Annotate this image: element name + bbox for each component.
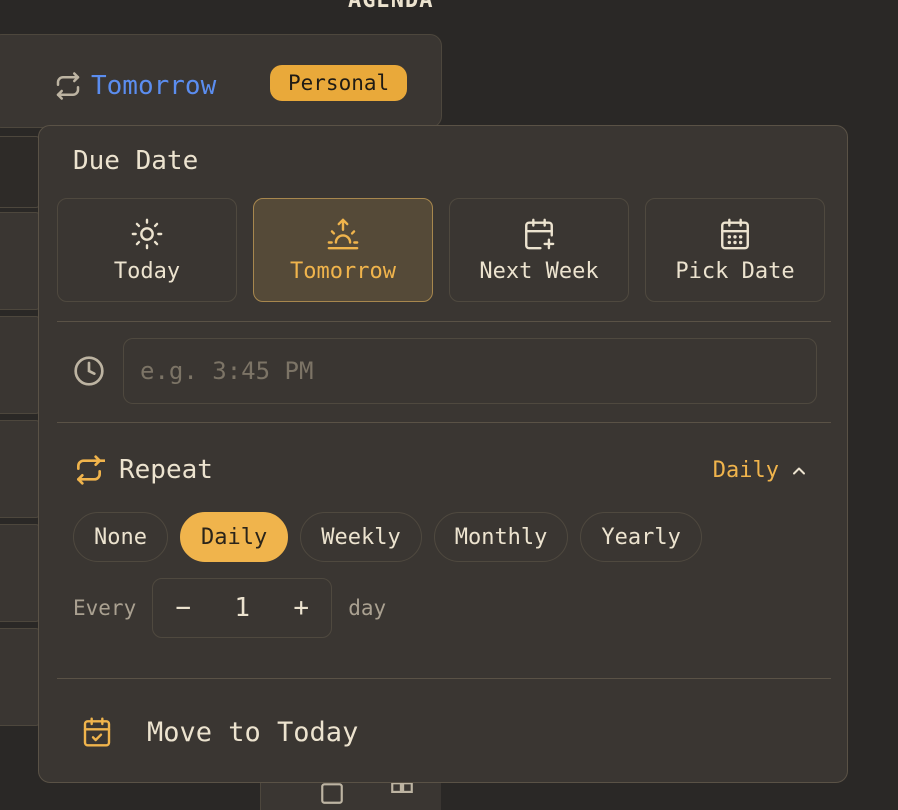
- date-option-next-week[interactable]: Next Week: [449, 198, 629, 302]
- date-option-label: Today: [113, 258, 181, 284]
- repeat-label: Repeat: [119, 455, 213, 485]
- interval-row: Every − 1 + day: [73, 578, 386, 638]
- divider: [57, 678, 831, 679]
- date-options: Today Tomorrow Next Week Pick Date: [57, 198, 825, 302]
- repeat-icon: [56, 72, 80, 100]
- date-option-label: Tomorrow: [290, 258, 396, 284]
- repeat-option-daily[interactable]: Daily: [179, 512, 289, 562]
- task-due-label: Tomorrow: [91, 71, 217, 101]
- interval-value[interactable]: 1: [234, 593, 250, 623]
- every-label: Every: [73, 596, 137, 620]
- move-to-today-label: Move to Today: [147, 716, 359, 748]
- repeat-current: Daily: [712, 458, 779, 483]
- repeat-icon: [77, 455, 105, 485]
- calendar-icon[interactable]: [319, 780, 345, 806]
- date-option-today[interactable]: Today: [57, 198, 237, 302]
- calendar-check-icon: [83, 717, 111, 747]
- time-row: [73, 338, 817, 404]
- task-card[interactable]: Tomorrow Personal: [0, 34, 442, 128]
- divider: [57, 422, 831, 423]
- calendar-plus-icon: [525, 218, 555, 249]
- sun-icon: [131, 218, 163, 249]
- interval-stepper: − 1 +: [152, 578, 333, 638]
- interval-unit: day: [348, 596, 387, 620]
- task-due-row[interactable]: Tomorrow: [53, 71, 216, 101]
- repeat-option-none[interactable]: None: [73, 512, 168, 562]
- repeat-frequency-options: None Daily Weekly Monthly Yearly: [73, 512, 702, 562]
- increment-button[interactable]: +: [289, 593, 313, 623]
- divider: [57, 321, 831, 322]
- repeat-option-yearly[interactable]: Yearly: [580, 512, 702, 562]
- repeat-header: Repeat: [73, 454, 213, 486]
- chevron-up-icon: [793, 467, 805, 474]
- repeat-toggle[interactable]: Daily: [713, 458, 809, 483]
- list-item: [0, 316, 40, 414]
- bottom-toolbar: [260, 780, 441, 810]
- sunrise-icon: [327, 218, 359, 249]
- repeat-option-monthly[interactable]: Monthly: [433, 512, 569, 562]
- date-option-pick-date[interactable]: Pick Date: [645, 198, 825, 302]
- repeat-option-weekly[interactable]: Weekly: [300, 512, 422, 562]
- list-item: [0, 136, 40, 208]
- grid-icon[interactable]: [389, 780, 415, 806]
- tag-badge[interactable]: Personal: [270, 65, 408, 101]
- list-item: [0, 628, 40, 726]
- clock-icon: [74, 356, 104, 386]
- page-title: AGENDA: [348, 0, 434, 13]
- date-option-label: Next Week: [479, 258, 599, 284]
- move-to-today-button[interactable]: Move to Today: [81, 716, 358, 748]
- list-item: [0, 524, 40, 622]
- list-item: [0, 212, 40, 310]
- due-date-popover: Due Date Today Tomorrow Next Week Pick D…: [38, 125, 848, 783]
- popover-title: Due Date: [73, 146, 199, 176]
- list-item: [0, 420, 40, 518]
- decrement-button[interactable]: −: [171, 593, 195, 623]
- calendar-grid-icon: [721, 218, 749, 249]
- date-option-label: Pick Date: [675, 258, 795, 284]
- time-input[interactable]: [123, 338, 817, 404]
- date-option-tomorrow[interactable]: Tomorrow: [253, 198, 433, 302]
